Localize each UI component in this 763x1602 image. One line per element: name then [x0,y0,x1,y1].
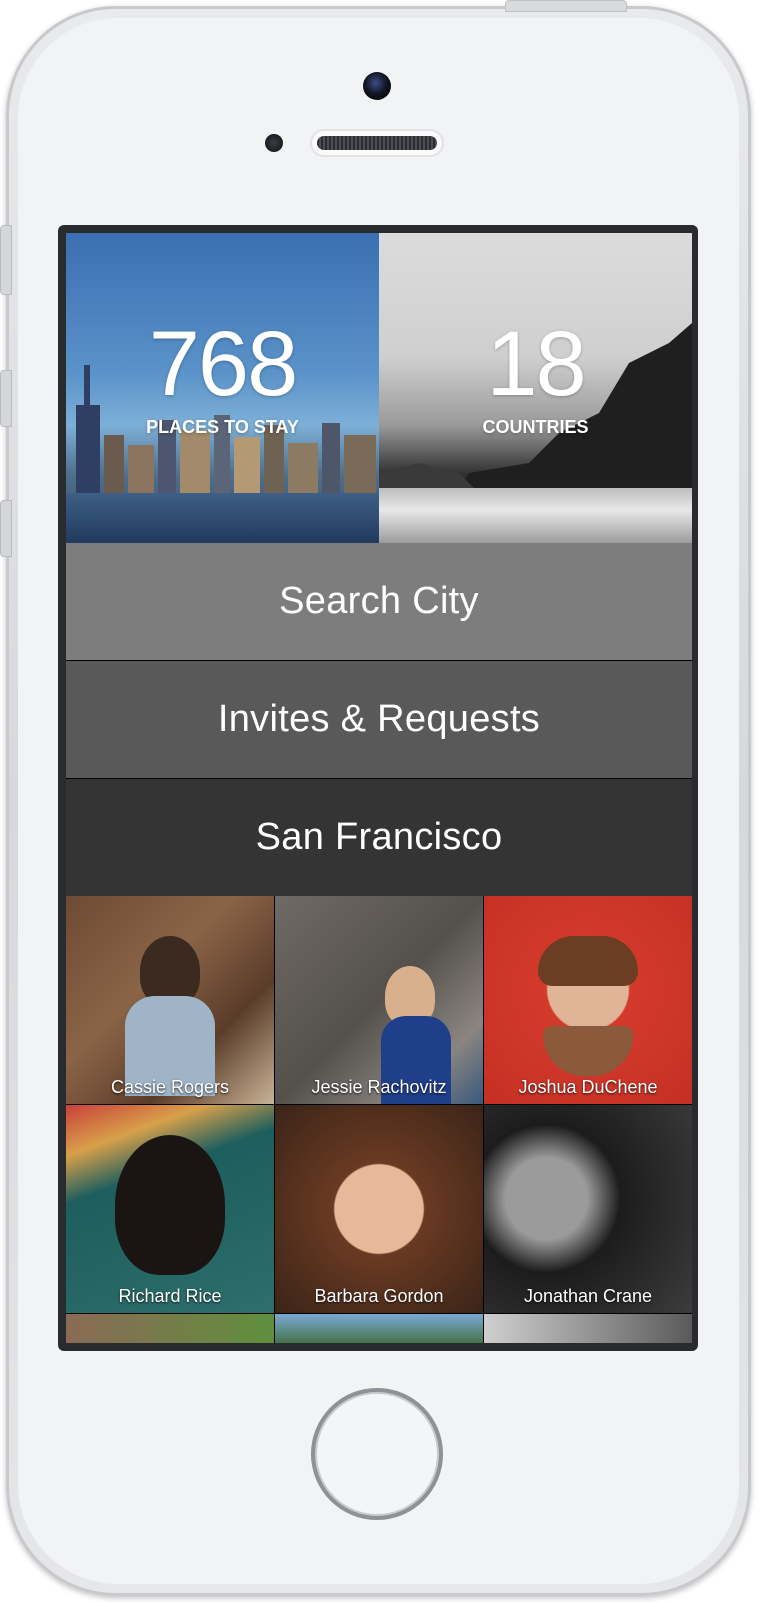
person-tile[interactable] [275,1314,483,1343]
home-button[interactable] [311,1388,443,1520]
people-grid: Cassie Rogers Jessie Rachovitz Joshua Du… [66,896,692,1343]
person-name: Jessie Rachovitz [311,1077,447,1097]
person-tile[interactable]: Joshua DuChene [484,896,692,1104]
power-button [505,0,627,12]
person-tile[interactable]: Richard Rice [66,1105,274,1313]
places-stat-tile[interactable]: 768 PLACES TO STAY [66,233,379,543]
countries-label: COUNTRIES [482,417,589,437]
person-tile[interactable]: Barbara Gordon [275,1105,483,1313]
person-name: Cassie Rogers [110,1077,230,1097]
person-name: Joshua DuChene [518,1077,658,1097]
countries-stat-tile[interactable]: 18 COUNTRIES [379,233,692,543]
mute-switch [0,225,12,295]
invites-requests-button[interactable]: Invites & Requests [66,661,692,778]
person-beard [543,1026,633,1076]
dog-photo [115,1135,225,1275]
proximity-sensor [265,134,283,152]
person-tile[interactable] [66,1314,274,1343]
person-tile[interactable]: Jessie Rachovitz [275,896,483,1104]
person-name: Barbara Gordon [314,1286,444,1306]
person-tile[interactable] [484,1314,692,1343]
person-name: Richard Rice [118,1286,222,1306]
current-city-button[interactable]: San Francisco [66,779,692,896]
volume-down-button [0,500,12,557]
front-camera [363,72,391,100]
harbor-water [66,493,379,543]
person-name: Jonathan Crane [523,1286,653,1306]
ocean-surf [379,488,692,543]
places-label: PLACES TO STAY [146,417,299,437]
app-content: 768 PLACES TO STAY 18 COUNTRIES Search C… [66,233,692,1343]
volume-up-button [0,370,12,427]
person-tile[interactable]: Jonathan Crane [484,1105,692,1313]
places-count: 768 [148,313,299,415]
person-hair [538,936,638,986]
person-tile[interactable]: Cassie Rogers [66,896,274,1104]
speaker-grill [317,136,437,150]
countries-count: 18 [486,313,586,415]
search-city-button[interactable]: Search City [66,543,692,660]
